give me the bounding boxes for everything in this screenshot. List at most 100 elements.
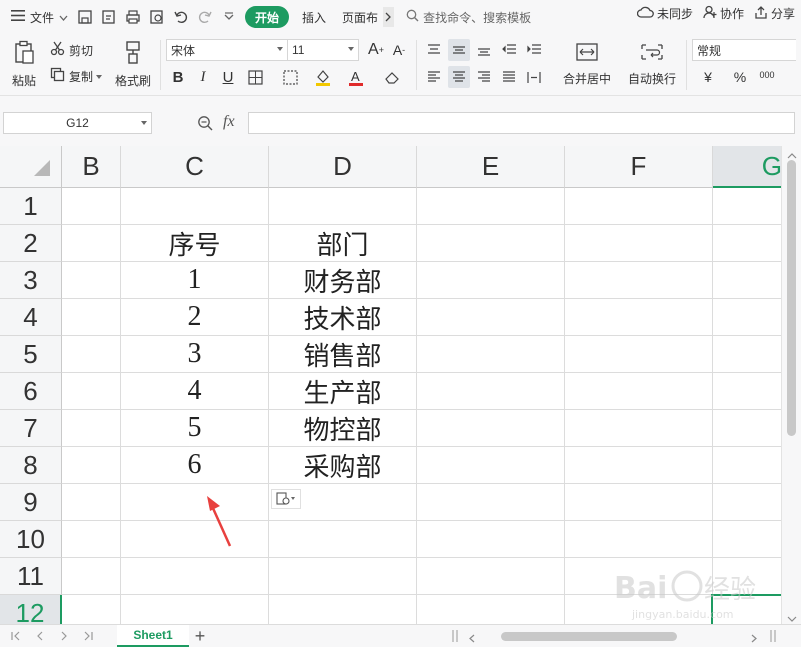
cell-f3[interactable] bbox=[565, 262, 713, 299]
cell-g9[interactable] bbox=[713, 484, 781, 521]
font-color-icon[interactable]: A bbox=[345, 66, 367, 88]
cell-g3[interactable] bbox=[713, 262, 781, 299]
file-menu[interactable]: 文件 bbox=[6, 5, 73, 29]
cell-c3[interactable]: 1 bbox=[121, 262, 269, 299]
vertical-scrollbar[interactable] bbox=[781, 146, 801, 624]
cell-g8[interactable] bbox=[713, 447, 781, 484]
justify-icon[interactable] bbox=[498, 66, 520, 88]
cell-f8[interactable] bbox=[565, 447, 713, 484]
cell-c10[interactable] bbox=[121, 521, 269, 558]
cell-g4[interactable] bbox=[713, 299, 781, 336]
increase-font-icon[interactable]: A + bbox=[365, 39, 387, 61]
select-all-corner[interactable] bbox=[0, 146, 62, 188]
cell-e4[interactable] bbox=[417, 299, 565, 336]
row-header-5[interactable]: 5 bbox=[0, 336, 62, 373]
name-box[interactable]: G12 bbox=[3, 112, 152, 134]
cell-b2[interactable] bbox=[62, 225, 121, 262]
align-middle-icon[interactable] bbox=[448, 39, 470, 61]
scroll-left-icon[interactable] bbox=[469, 632, 475, 646]
column-header-f[interactable]: F bbox=[565, 146, 713, 188]
fill-color-icon[interactable] bbox=[312, 66, 334, 88]
sheet-tab-sheet1[interactable]: Sheet1 bbox=[117, 625, 189, 647]
cell-d2[interactable]: 部门 bbox=[269, 225, 417, 262]
distribute-icon[interactable] bbox=[523, 66, 545, 88]
cell-f10[interactable] bbox=[565, 521, 713, 558]
cell-d6[interactable]: 生产部 bbox=[269, 373, 417, 410]
cell-d10[interactable] bbox=[269, 521, 417, 558]
row-header-4[interactable]: 4 bbox=[0, 299, 62, 336]
print-preview-icon[interactable] bbox=[146, 6, 168, 28]
cell-c11[interactable] bbox=[121, 558, 269, 595]
column-header-g[interactable]: G bbox=[713, 146, 781, 188]
cell-f1[interactable] bbox=[565, 188, 713, 225]
column-header-d[interactable]: D bbox=[269, 146, 417, 188]
align-bottom-icon[interactable] bbox=[473, 39, 495, 61]
column-header-e[interactable]: E bbox=[417, 146, 565, 188]
cell-f9[interactable] bbox=[565, 484, 713, 521]
column-header-c[interactable]: C bbox=[121, 146, 269, 188]
align-left-icon[interactable] bbox=[423, 66, 445, 88]
split-bar-icon[interactable] bbox=[770, 630, 776, 645]
cell-style-icon[interactable] bbox=[279, 66, 301, 88]
cell-d3[interactable]: 财务部 bbox=[269, 262, 417, 299]
cell-g1[interactable] bbox=[713, 188, 781, 225]
cut-button[interactable]: 剪切 bbox=[50, 40, 93, 60]
italic-button[interactable]: I bbox=[192, 66, 214, 88]
row-header-11[interactable]: 11 bbox=[0, 558, 62, 595]
cell-f2[interactable] bbox=[565, 225, 713, 262]
tab-start[interactable]: 开始 bbox=[245, 6, 290, 28]
cell-e1[interactable] bbox=[417, 188, 565, 225]
underline-button[interactable]: U bbox=[217, 66, 239, 88]
currency-button[interactable]: ¥ bbox=[697, 66, 719, 88]
cell-b8[interactable] bbox=[62, 447, 121, 484]
last-sheet-icon[interactable] bbox=[76, 626, 100, 646]
number-format-select[interactable]: 常规 bbox=[692, 39, 796, 61]
cell-g7[interactable] bbox=[713, 410, 781, 447]
border-icon[interactable] bbox=[244, 66, 266, 88]
cell-e2[interactable] bbox=[417, 225, 565, 262]
thousands-button[interactable]: 000 bbox=[755, 64, 779, 86]
paste-options-icon[interactable] bbox=[271, 489, 301, 509]
cell-e6[interactable] bbox=[417, 373, 565, 410]
horizontal-scrollbar[interactable] bbox=[465, 630, 765, 643]
cell-d1[interactable] bbox=[269, 188, 417, 225]
export-pdf-icon[interactable] bbox=[98, 6, 120, 28]
bold-button[interactable]: B bbox=[167, 66, 189, 88]
row-header-9[interactable]: 9 bbox=[0, 484, 62, 521]
font-size-select[interactable]: 11 bbox=[287, 39, 359, 61]
cell-b10[interactable] bbox=[62, 521, 121, 558]
cell-d7[interactable]: 物控部 bbox=[269, 410, 417, 447]
vertical-scroll-thumb[interactable] bbox=[787, 160, 796, 436]
row-header-12[interactable]: 12 bbox=[0, 595, 62, 624]
share-button[interactable]: 分享 bbox=[754, 5, 795, 22]
cell-d11[interactable] bbox=[269, 558, 417, 595]
zoom-search-icon[interactable] bbox=[197, 115, 213, 134]
row-header-6[interactable]: 6 bbox=[0, 373, 62, 410]
cell-g6[interactable] bbox=[713, 373, 781, 410]
cell-c6[interactable]: 4 bbox=[121, 373, 269, 410]
cell-b1[interactable] bbox=[62, 188, 121, 225]
row-header-10[interactable]: 10 bbox=[0, 521, 62, 558]
cell-g2[interactable] bbox=[713, 225, 781, 262]
customize-quickbar-icon[interactable] bbox=[218, 6, 240, 28]
cell-e10[interactable] bbox=[417, 521, 565, 558]
cell-b5[interactable] bbox=[62, 336, 121, 373]
cell-e9[interactable] bbox=[417, 484, 565, 521]
copy-button[interactable]: 复制 bbox=[50, 66, 103, 86]
cell-g10[interactable] bbox=[713, 521, 781, 558]
cell-g5[interactable] bbox=[713, 336, 781, 373]
row-header-1[interactable]: 1 bbox=[0, 188, 62, 225]
row-header-2[interactable]: 2 bbox=[0, 225, 62, 262]
cell-c2[interactable]: 序号 bbox=[121, 225, 269, 262]
cell-b3[interactable] bbox=[62, 262, 121, 299]
percent-button[interactable]: % bbox=[729, 66, 751, 88]
merge-center-button[interactable]: 合并居中 bbox=[556, 38, 618, 90]
indent-increase-icon[interactable] bbox=[523, 39, 545, 61]
sync-status[interactable]: 未同步 bbox=[636, 5, 693, 22]
format-painter-button[interactable]: 格式刷 bbox=[112, 38, 154, 90]
formula-input[interactable] bbox=[248, 112, 795, 134]
cell-c4[interactable]: 2 bbox=[121, 299, 269, 336]
wrap-text-button[interactable]: 自动换行 bbox=[624, 38, 680, 90]
cell-b4[interactable] bbox=[62, 299, 121, 336]
indent-decrease-icon[interactable] bbox=[498, 39, 520, 61]
